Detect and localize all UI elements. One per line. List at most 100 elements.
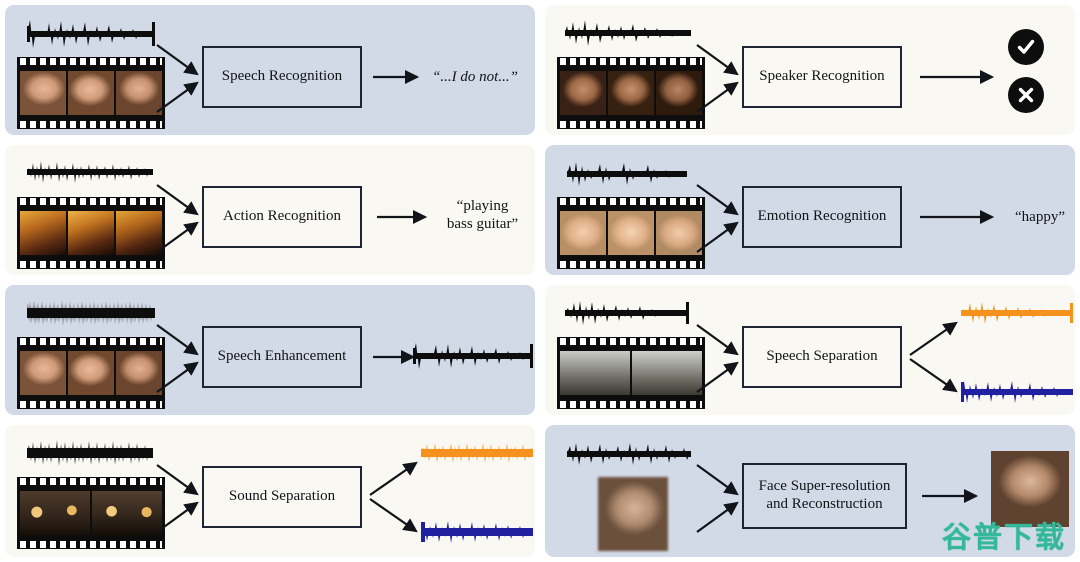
input-waveform-noisy (27, 437, 153, 469)
input-film-strip (17, 337, 165, 409)
input-waveform (565, 297, 689, 329)
film-frame (20, 71, 66, 115)
panel-emotion-recognition: Emotion Recognition “happy” (545, 145, 1075, 275)
output-waveform-speaker-2 (961, 377, 1073, 407)
arrow-video-to-box (156, 220, 207, 256)
film-perforations-bottom (560, 261, 702, 268)
panel-speech-enhancement: Speech Enhancement (5, 285, 535, 415)
input-waveform-noisy (27, 297, 155, 329)
input-low-res-face-photo (598, 477, 668, 551)
arrow-audio-to-box (696, 324, 747, 361)
arrow-box-to-output-top (369, 459, 426, 499)
process-box[interactable]: Speech Enhancement (202, 326, 362, 388)
film-frame (608, 211, 654, 255)
arrow-image-to-box (696, 500, 747, 536)
panel-speech-separation: Speech Separation (545, 285, 1075, 415)
figure-board: Speech Recognition “...I do not...” Spea… (0, 0, 1080, 562)
film-perforations-bottom (20, 121, 162, 128)
film-perforations-top (20, 58, 162, 65)
output-waveform-source-1 (421, 439, 533, 467)
film-frame (560, 211, 606, 255)
watermark: 谷普下载 (941, 520, 1066, 554)
film-frames (560, 71, 702, 115)
input-film-strip (557, 337, 705, 409)
film-frame (560, 71, 606, 115)
film-frame (632, 351, 702, 395)
film-frame (116, 71, 162, 115)
check-badge (1008, 29, 1044, 65)
output-waveform-source-2 (421, 517, 533, 547)
film-perforations-top (560, 338, 702, 345)
film-frames (560, 351, 702, 395)
panel-speech-recognition: Speech Recognition “...I do not...” (5, 5, 535, 135)
arrow-box-to-output (922, 488, 984, 504)
arrow-box-to-output (377, 209, 433, 225)
output-text: “playing bass guitar” (446, 198, 519, 232)
cross-badge (1008, 77, 1044, 113)
arrow-video-to-box (696, 220, 747, 256)
input-film-strip (557, 57, 705, 129)
film-perforations-bottom (560, 121, 702, 128)
arrow-audio-to-box (156, 324, 207, 361)
process-box[interactable]: Emotion Recognition (742, 186, 902, 248)
arrow-box-to-output (920, 69, 1000, 85)
film-frame (68, 351, 114, 395)
close-icon (1018, 87, 1034, 103)
arrow-audio-to-box (156, 44, 207, 81)
film-frame (608, 71, 654, 115)
film-perforations-bottom (560, 401, 702, 408)
input-waveform (567, 157, 687, 191)
film-perforations-top (20, 478, 162, 485)
input-waveform (565, 17, 691, 49)
arrow-box-to-output-bottom (369, 497, 426, 537)
arrow-audio-to-box (696, 44, 747, 81)
arrow-video-to-box (696, 80, 747, 116)
panel-action-recognition: Action Recognition “playing bass guitar” (5, 145, 535, 275)
arrow-box-to-output-top (909, 319, 966, 359)
panel-sound-separation: Sound Separation (5, 425, 535, 557)
input-waveform (27, 157, 153, 187)
film-frames (20, 491, 162, 535)
process-box[interactable]: Speech Separation (742, 326, 902, 388)
process-box[interactable]: Face Super-resolution and Reconstruction (742, 463, 907, 529)
arrow-box-to-output (920, 209, 1000, 225)
film-frame (656, 71, 702, 115)
arrow-audio-to-box (696, 184, 747, 221)
process-box[interactable]: Sound Separation (202, 466, 362, 528)
film-frames (20, 211, 162, 255)
output-waveform (413, 340, 533, 372)
film-frame (68, 71, 114, 115)
arrow-box-to-output-bottom (909, 357, 966, 397)
film-perforations-bottom (20, 401, 162, 408)
arrow-audio-to-box (696, 464, 747, 501)
input-waveform (567, 439, 691, 469)
input-film-strip (17, 57, 165, 129)
film-frames (560, 211, 702, 255)
process-box[interactable]: Speech Recognition (202, 46, 362, 108)
process-box[interactable]: Action Recognition (202, 186, 362, 248)
film-frame (20, 491, 90, 535)
arrow-video-to-box (156, 500, 207, 536)
film-frame (20, 211, 66, 255)
film-frames (20, 351, 162, 395)
film-perforations-bottom (20, 541, 162, 548)
arrow-video-to-box (696, 360, 747, 396)
process-box[interactable]: Speaker Recognition (742, 46, 902, 108)
input-film-strip (17, 477, 165, 549)
film-perforations-top (20, 198, 162, 205)
output-text: “...I do not...” (432, 69, 518, 85)
film-perforations-top (560, 58, 702, 65)
film-frame (68, 211, 114, 255)
input-film-strip (557, 197, 705, 269)
input-film-strip (17, 197, 165, 269)
film-frame (20, 351, 66, 395)
check-icon (1017, 39, 1035, 54)
film-frames (20, 71, 162, 115)
arrow-audio-to-box (156, 184, 207, 221)
output-text: “happy” (1015, 209, 1065, 225)
arrow-video-to-box (156, 80, 207, 116)
film-perforations-top (560, 198, 702, 205)
film-frame (92, 491, 162, 535)
input-waveform (27, 17, 155, 51)
film-frame (560, 351, 630, 395)
